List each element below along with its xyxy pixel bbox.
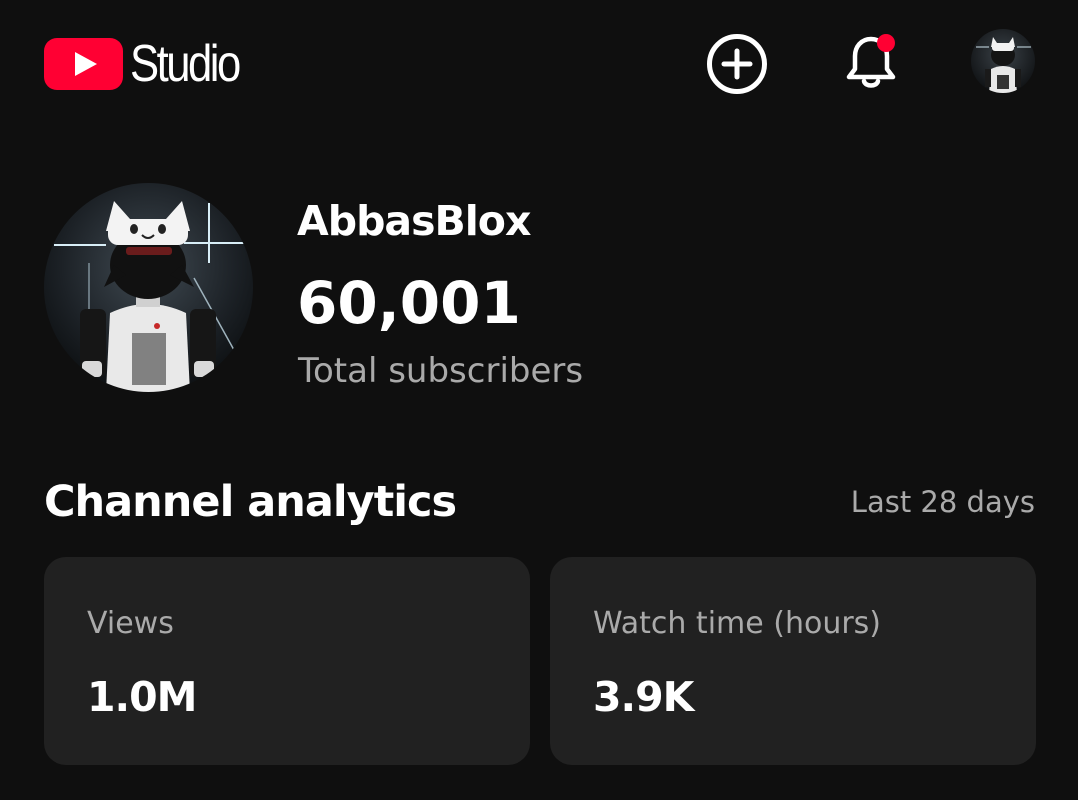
subscriber-count: 60,001: [297, 269, 521, 337]
period-selector[interactable]: Last 28 days: [851, 482, 1035, 522]
views-card[interactable]: Views 1.0M: [44, 557, 530, 765]
studio-logo[interactable]: Studio: [44, 36, 259, 92]
channel-name: AbbasBlox: [297, 197, 531, 245]
studio-logo-text: Studio: [130, 35, 241, 93]
views-value: 1.0M: [87, 673, 197, 721]
plus-circle-icon: [707, 34, 767, 94]
notifications-button[interactable]: [836, 28, 906, 98]
watch-time-value: 3.9K: [593, 673, 694, 721]
channel-avatar-image: [44, 183, 253, 392]
create-button[interactable]: [702, 29, 772, 99]
channel-analytics-title: Channel analytics: [44, 477, 457, 527]
avatar: [971, 29, 1035, 93]
account-avatar[interactable]: [971, 29, 1035, 93]
watch-time-card[interactable]: Watch time (hours) 3.9K: [550, 557, 1036, 765]
channel-avatar[interactable]: [44, 183, 253, 392]
views-label: Views: [87, 606, 174, 641]
youtube-play-icon: [44, 38, 123, 90]
top-bar: Studio: [0, 0, 1078, 124]
notification-badge: [877, 34, 895, 52]
subscriber-label: Total subscribers: [298, 351, 584, 391]
watch-time-label: Watch time (hours): [593, 606, 882, 641]
